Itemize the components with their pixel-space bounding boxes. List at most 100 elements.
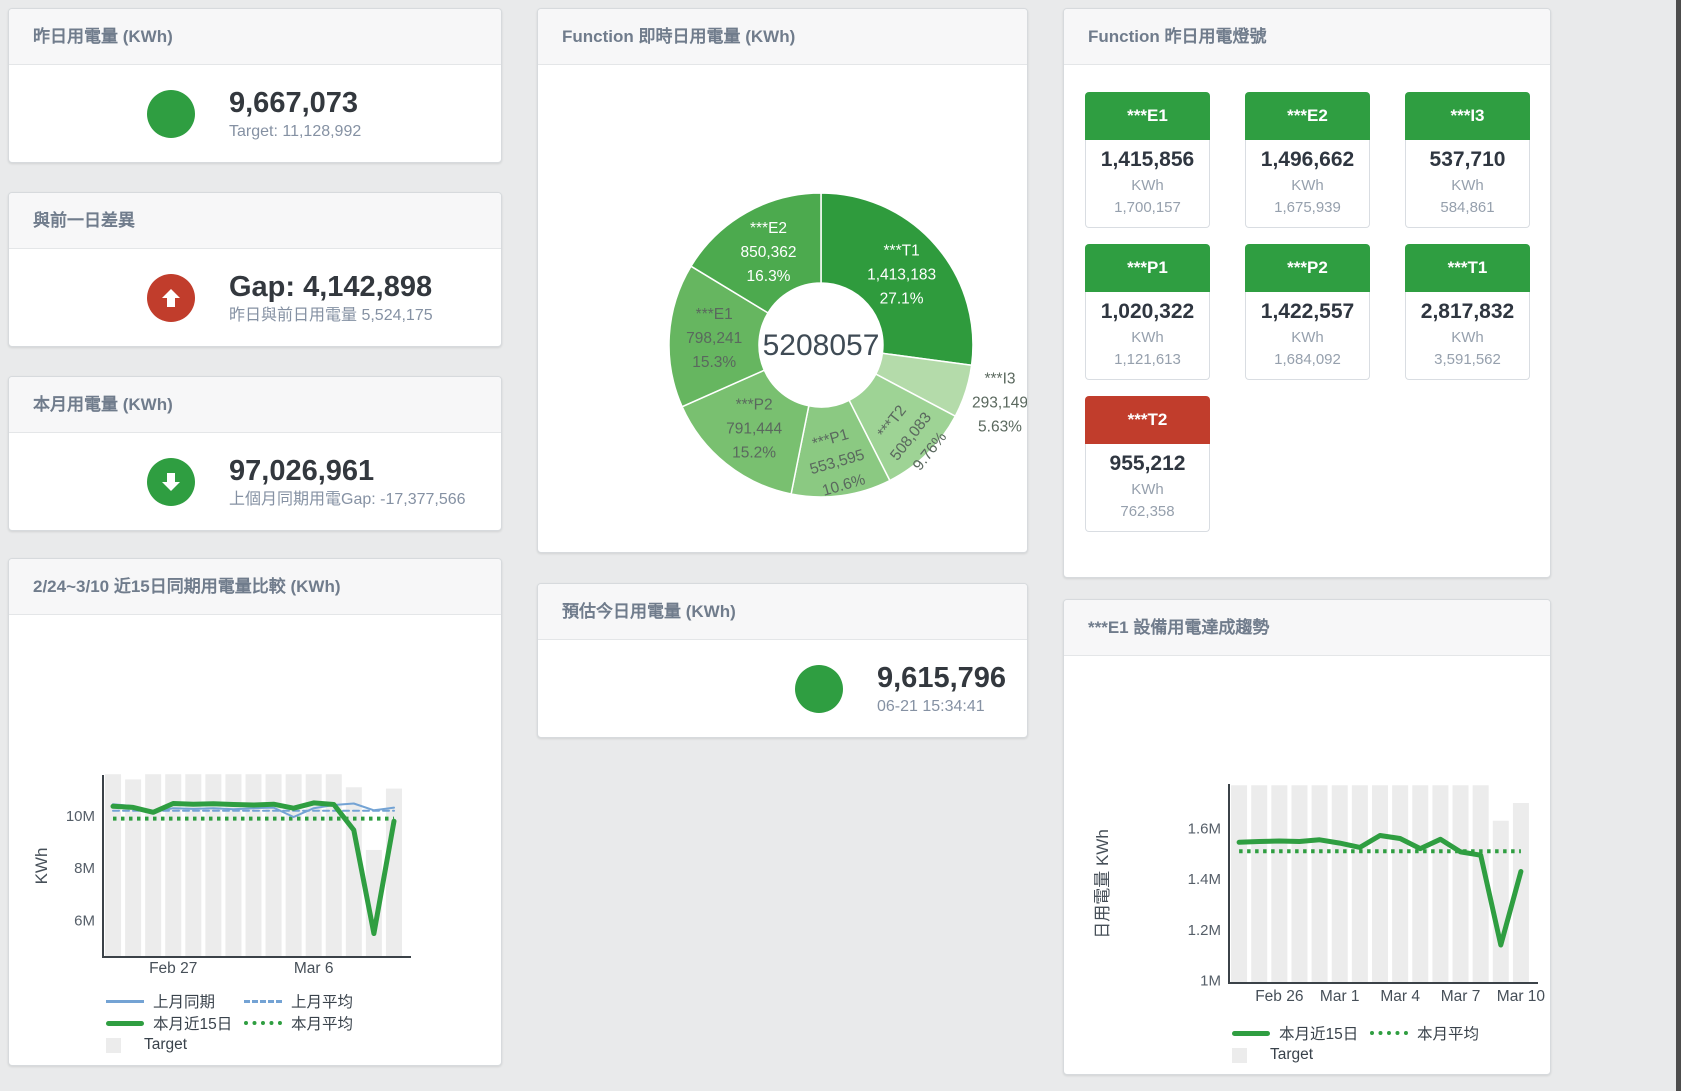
y-tick-label: 6M [74,912,95,929]
card-realtime-donut: Function 即時日用電量 (KWh) ***T11,413,18327.1… [537,8,1028,553]
target-bar [1412,785,1428,983]
tile-name: ***P1 [1085,244,1210,292]
compare-chart-plot[interactable]: 6M8M10MFeb 27Mar 6KWh [9,615,501,985]
target-bar [266,774,282,957]
donut-chart-plot[interactable]: ***T11,413,18327.1%***I3293,1495.63%***T… [538,65,1027,553]
vertical-scrollbar[interactable] [1676,0,1681,1091]
card-month-usage: 本月用電量 (KWh) 97,026,961 上個月同期用電Gap: -17,3… [8,376,502,531]
forecast-card-title: 預估今日用電量 (KWh) [538,584,1027,640]
box-swatch-icon [1232,1048,1247,1063]
x-tick-label: Feb 26 [1255,988,1303,1005]
trend-chart-title: ***E1 設備用電達成趨勢 [1064,600,1550,656]
card-day-gap: 與前一日差異 Gap: 4,142,898 昨日與前日用電量 5,524,175 [8,192,502,347]
legend-item-Target[interactable]: Target [106,1036,244,1054]
legend-label: 本月近15日 [1279,1022,1358,1044]
compare-chart-body: 6M8M10MFeb 27Mar 6KWh 上月同期 上月平均本月近15日 本月平均… [9,615,501,1056]
month-usage-value: 97,026,961 [229,454,466,488]
slice-label: ***I3 [984,371,1015,388]
legend-label: 本月近15日 [153,1012,232,1034]
tile-body: 1,415,856KWh1,700,157 [1085,140,1210,228]
x-tick-label: Mar 7 [1441,988,1481,1005]
y-tick-label: 10M [66,808,95,825]
light-tile-E2[interactable]: ***E21,496,662KWh1,675,939 [1245,92,1370,228]
legend-label: 上月平均 [291,990,353,1012]
target-bar [1372,785,1388,983]
column-middle: Function 即時日用電量 (KWh) ***T11,413,18327.1… [537,8,1028,738]
red-up-arrow-icon [147,274,195,322]
legend-item-本月平均[interactable]: 本月平均 [1370,1022,1508,1044]
target-bar [225,774,241,957]
dashboard: 昨日用電量 (KWh) 9,667,073 Target: 11,128,992… [0,0,1681,1083]
donut-chart-svg: ***T11,413,18327.1%***I3293,1495.63%***T… [538,65,1028,553]
column-right: Function 昨日用電燈號 ***E11,415,856KWh1,700,1… [1063,8,1551,1075]
month-usage-gap: 上個月同期用電Gap: -17,377,566 [229,488,466,511]
card-e1-trend-chart: ***E1 設備用電達成趨勢 1M 1.2M 1.4M 1.6M Feb 26 Mar 1… [1063,599,1551,1075]
target-bar [246,774,262,957]
forecast-value: 9,615,796 [877,661,1006,695]
legend-label: 本月平均 [1417,1022,1479,1044]
month-card-title: 本月用電量 (KWh) [9,377,501,433]
legend-item-本月近15日[interactable]: 本月近15日 [1232,1022,1370,1044]
forecast-card-body: 9,615,796 06-21 15:34:41 [538,640,1027,738]
green-down-arrow-icon [147,458,195,506]
dot-swatch-icon [1370,1031,1408,1035]
card-yesterday-usage: 昨日用電量 (KWh) 9,667,073 Target: 11,128,992 [8,8,502,163]
tile-unit: KWh [1086,479,1209,501]
tile-value: 537,710 [1406,145,1529,175]
slice-label: ***E2 [750,220,787,237]
y-tick-label: 1.6M [1188,820,1221,837]
column-left: 昨日用電量 (KWh) 9,667,073 Target: 11,128,992… [8,8,502,1066]
slice-label: 15.2% [732,445,776,462]
day-gap-card-title: 與前一日差異 [9,193,501,249]
slice-label: ***T1 [884,243,920,260]
tile-target-value: 1,700,157 [1086,197,1209,219]
tile-body: 1,496,662KWh1,675,939 [1245,140,1370,228]
card-forecast-today: 預估今日用電量 (KWh) 9,615,796 06-21 15:34:41 [537,583,1028,738]
trend-chart-body: 1M1.2M1.4M1.6MFeb 26Mar 1Mar 4Mar 7Mar 1… [1064,656,1550,1066]
slice-label: 798,241 [686,330,742,347]
light-tile-T1[interactable]: ***T12,817,832KWh3,591,562 [1405,244,1530,380]
light-tile-P2[interactable]: ***P21,422,557KWh1,684,092 [1245,244,1370,380]
light-tile-I3[interactable]: ***I3537,710KWh584,861 [1405,92,1530,228]
light-tile-T2[interactable]: ***T2955,212KWh762,358 [1085,396,1210,532]
y-tick-label: 1.2M [1188,922,1221,939]
legend-item-本月近15日[interactable]: 本月近15日 [106,1012,244,1034]
tile-unit: KWh [1086,175,1209,197]
day-gap-card-body: Gap: 4,142,898 昨日與前日用電量 5,524,175 [9,249,501,347]
tile-unit: KWh [1246,175,1369,197]
legend-item-上月同期[interactable]: 上月同期 [106,990,244,1012]
card-yesterday-lights: Function 昨日用電燈號 ***E11,415,856KWh1,700,1… [1063,8,1551,578]
light-tile-P1[interactable]: ***P11,020,322KWh1,121,613 [1085,244,1210,380]
tile-body: 1,020,322KWh1,121,613 [1085,292,1210,380]
compare-chart-title: 2/24~3/10 近15日同期用電量比較 (KWh) [9,559,501,615]
legend-item-上月平均[interactable]: 上月平均 [244,990,382,1012]
target-bar [386,789,402,957]
slice-label: 15.3% [692,354,736,371]
tile-target-value: 1,675,939 [1246,197,1369,219]
light-tile-E1[interactable]: ***E11,415,856KWh1,700,157 [1085,92,1210,228]
slice-label: 293,149 [972,395,1028,412]
tile-target-value: 762,358 [1086,501,1209,523]
tile-value: 1,415,856 [1086,145,1209,175]
tile-target-value: 3,591,562 [1406,349,1529,371]
yesterday-usage-target: Target: 11,128,992 [229,120,361,143]
legend-item-本月平均[interactable]: 本月平均 [244,1012,382,1034]
y-tick-label: 1M [1200,972,1221,989]
day-gap-subtitle: 昨日與前日用電量 5,524,175 [229,304,433,327]
tile-value: 1,020,322 [1086,297,1209,327]
tile-unit: KWh [1086,327,1209,349]
slice-label: 1,413,183 [867,267,936,284]
legend-label: Target [1270,1046,1313,1064]
donut-center-total: 5208057 [763,329,880,362]
tile-target-value: 1,121,613 [1086,349,1209,371]
tile-value: 955,212 [1086,449,1209,479]
target-bar [1312,785,1328,983]
legend-item-Target[interactable]: Target [1232,1046,1370,1064]
trend-chart-legend: 本月近15日 本月平均 Target [1232,1022,1550,1066]
tile-body: 2,817,832KWh3,591,562 [1405,292,1530,380]
y-tick-label: 1.4M [1188,871,1221,888]
x-tick-label: Mar 1 [1320,988,1360,1005]
legend-label: 本月平均 [291,1012,353,1034]
target-bar [1493,821,1509,983]
trend-chart-plot[interactable]: 1M1.2M1.4M1.6MFeb 26Mar 1Mar 4Mar 7Mar 1… [1064,656,1550,1016]
